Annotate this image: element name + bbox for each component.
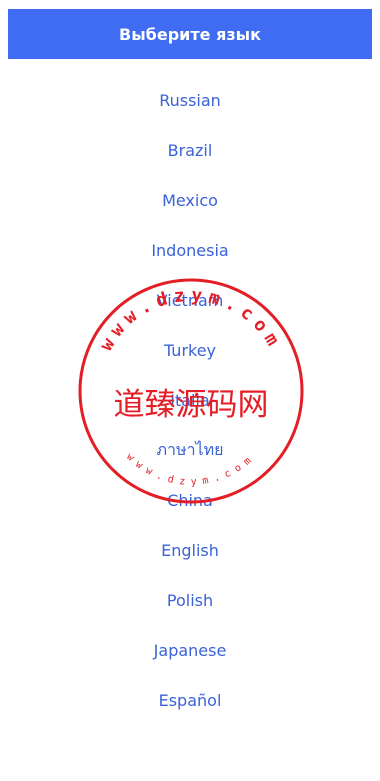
language-label: Italia	[170, 390, 210, 410]
language-item-brazil[interactable]: Brazil	[0, 125, 380, 175]
language-item-turkey[interactable]: Turkey	[0, 325, 380, 375]
language-item-china[interactable]: China	[0, 475, 380, 525]
page-header: Выберите язык	[8, 9, 372, 59]
language-item-mexico[interactable]: Mexico	[0, 175, 380, 225]
language-list: Russian Brazil Mexico Indonesia Vietnam …	[0, 75, 380, 725]
language-label: China	[167, 490, 213, 510]
language-label: Russian	[159, 90, 221, 110]
page-title: Выберите язык	[119, 24, 261, 44]
language-item-vietnam[interactable]: Vietnam	[0, 275, 380, 325]
language-label: English	[161, 540, 219, 560]
language-item-russian[interactable]: Russian	[0, 75, 380, 125]
language-label: Mexico	[162, 190, 218, 210]
language-label: Polish	[166, 590, 214, 610]
language-item-japanese[interactable]: Japanese	[0, 625, 380, 675]
language-label: Turkey	[163, 340, 217, 360]
language-item-espanol[interactable]: Español	[0, 675, 380, 725]
language-item-italia[interactable]: Italia	[0, 375, 380, 425]
language-item-english[interactable]: English	[0, 525, 380, 575]
language-label: Vietnam	[156, 290, 224, 310]
language-label: Brazil	[167, 140, 213, 160]
language-select-page: Выберите язык Russian Brazil Mexico Indo…	[0, 0, 380, 781]
language-item-polish[interactable]: Polish	[0, 575, 380, 625]
language-label: ภาษาไทย	[156, 439, 224, 459]
language-label: Japanese	[153, 640, 227, 660]
language-item-indonesia[interactable]: Indonesia	[0, 225, 380, 275]
language-item-thai[interactable]: ภาษาไทย	[0, 425, 380, 475]
language-label: Indonesia	[151, 240, 229, 260]
language-label: Español	[158, 690, 222, 710]
